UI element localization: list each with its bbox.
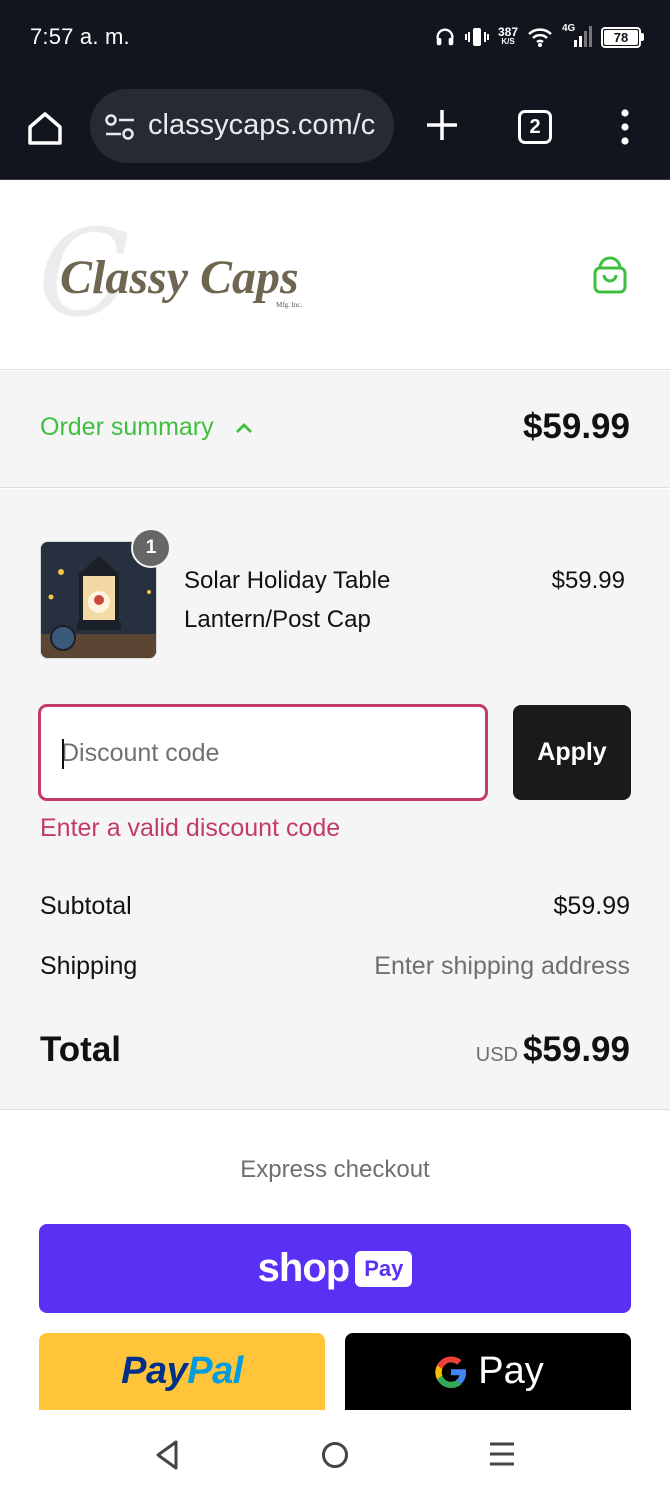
discount-code-input[interactable]	[61, 735, 461, 771]
apply-discount-button[interactable]: Apply	[513, 705, 631, 800]
shop-pay-button[interactable]: shop Pay	[39, 1224, 631, 1313]
shipping-value: Enter shipping address	[374, 952, 630, 980]
recents-icon[interactable]	[488, 1440, 516, 1468]
text-caret	[62, 739, 64, 769]
express-checkout-label: Express checkout	[240, 1156, 430, 1183]
home-icon[interactable]	[26, 109, 64, 147]
net-speed-value: 387	[497, 25, 518, 39]
back-icon[interactable]	[152, 1438, 182, 1472]
tab-switcher-button[interactable]: 2	[518, 110, 552, 144]
product-name: Solar Holiday Table Lantern/Post Cap	[184, 567, 391, 633]
paypal-part2: Pal	[187, 1350, 243, 1392]
url-text[interactable]: classycaps.com/c	[148, 109, 388, 142]
battery: 78	[601, 26, 644, 48]
address-bar[interactable]: classycaps.com/c	[90, 89, 394, 163]
wifi-icon	[528, 28, 552, 47]
shopping-bag-icon[interactable]	[588, 253, 632, 297]
headphones-icon	[436, 28, 454, 46]
discount-code-field[interactable]	[38, 704, 488, 801]
subtotal-label: Subtotal	[40, 892, 132, 920]
signal-icon	[574, 26, 592, 47]
subtotal-value: $59.99	[553, 892, 630, 920]
paypal-part1: Pay	[121, 1350, 188, 1392]
order-summary-toggle[interactable]: Order summary $59.99	[0, 371, 670, 488]
order-summary-label[interactable]: Order summary	[40, 413, 214, 442]
shop-pay-badge: Pay	[355, 1250, 413, 1287]
total-label: Total	[40, 1030, 122, 1069]
browser-toolbar: classycaps.com/c 2	[0, 75, 670, 180]
logo-subtext: Mfg. Inc.	[276, 301, 302, 309]
product-price: $59.99	[551, 567, 625, 594]
cell-signal: 4G	[562, 23, 592, 49]
discount-error-message: Enter a valid discount code	[40, 814, 341, 842]
tab-count: 2	[529, 115, 541, 138]
order-summary-body: 1 Solar Holiday Table Lantern/Post Cap $…	[0, 489, 670, 1110]
site-settings-icon[interactable]	[104, 113, 136, 141]
new-tab-icon[interactable]	[424, 107, 460, 143]
total-value: $59.99	[522, 1030, 630, 1069]
classy-caps-logo[interactable]: C Classy Caps Mfg. Inc.	[30, 215, 330, 335]
status-time: 7:57 a. m.	[30, 24, 130, 49]
paypal-button[interactable]: PayPal	[39, 1333, 325, 1410]
google-pay-button[interactable]: Pay	[345, 1333, 631, 1410]
paypal-wordmark: PayPal	[121, 1350, 243, 1393]
status-bar: 7:57 a. m. 387 K/S 4G 78	[0, 0, 670, 75]
net-speed-unit: K/S	[501, 37, 515, 46]
system-nav-bar	[0, 1410, 670, 1500]
net-speed: 387 K/S	[497, 25, 518, 47]
shipping-label: Shipping	[40, 952, 138, 980]
order-summary-total: $59.99	[522, 407, 630, 446]
battery-level: 78	[604, 29, 638, 45]
shop-pay-wordmark: shop	[257, 1246, 351, 1290]
home-nav-icon[interactable]	[320, 1440, 350, 1470]
site-header: C Classy Caps Mfg. Inc.	[0, 181, 670, 370]
google-g-icon	[435, 1355, 467, 1388]
logo-text: Classy Caps	[60, 251, 299, 304]
status-icons: 387 K/S 4G 78	[434, 22, 644, 52]
chevron-up-icon[interactable]	[233, 417, 255, 439]
google-pay-label: Pay	[478, 1350, 544, 1392]
more-menu-icon[interactable]	[612, 107, 638, 147]
quantity-badge: 1	[131, 528, 171, 568]
vibrate-icon	[464, 28, 489, 46]
total-currency: USD	[475, 1044, 518, 1066]
